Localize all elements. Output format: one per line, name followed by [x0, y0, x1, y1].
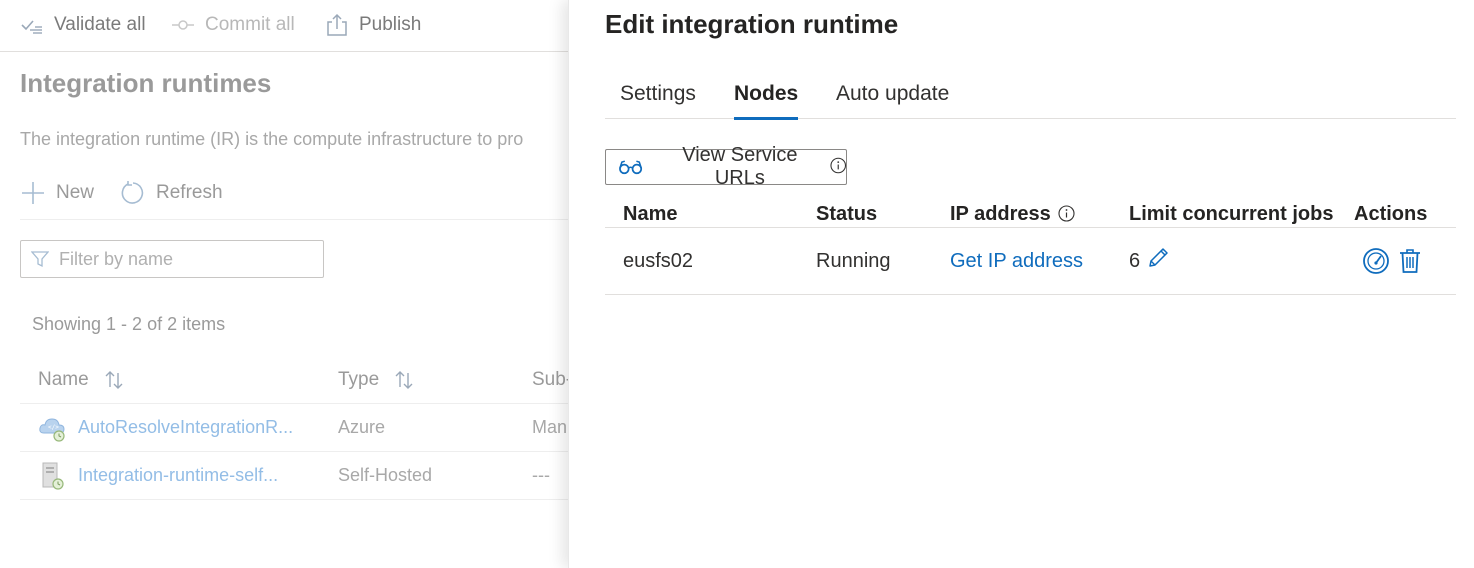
- node-row: eusfs02 Running Get IP address 6: [605, 228, 1456, 295]
- publish-icon: [327, 13, 347, 36]
- runtime-type: Self-Hosted: [338, 465, 433, 485]
- integration-runtimes-pane: Validate all Commit all Publish Integrat…: [0, 0, 568, 568]
- validate-all-label: Validate all: [54, 14, 146, 35]
- filter-input[interactable]: [59, 248, 309, 270]
- name-column-header[interactable]: Name: [38, 356, 328, 403]
- list-actions: New Refresh: [20, 176, 249, 210]
- azure-cloud-icon: </>: [39, 417, 65, 442]
- node-actions: [1354, 228, 1422, 294]
- info-icon[interactable]: [829, 157, 846, 174]
- table-header: Name Type Sub-: [20, 356, 568, 404]
- runtime-name-link[interactable]: AutoResolveIntegrationR...: [78, 417, 293, 438]
- name-column-header: Name: [623, 203, 678, 225]
- edit-integration-runtime-panel: Edit integration runtime Settings Nodes …: [568, 0, 1474, 568]
- divider: [20, 219, 568, 220]
- runtime-name-link[interactable]: Integration-runtime-self...: [78, 465, 278, 486]
- item-count: Showing 1 - 2 of 2 items: [32, 314, 226, 334]
- nodes-table-header: Name Status IP address Limit concurrent …: [605, 196, 1456, 228]
- commit-icon: [172, 20, 194, 30]
- publish-label: Publish: [359, 14, 422, 35]
- top-toolbar: Validate all Commit all Publish: [0, 0, 568, 52]
- svg-text:</>: </>: [48, 424, 59, 431]
- tab-nodes[interactable]: Nodes: [734, 70, 799, 120]
- filter-field[interactable]: [20, 240, 324, 278]
- status-column-header: Status: [816, 203, 878, 225]
- limit-concurrent-jobs-column-header: Limit concurrent jobs: [1129, 203, 1334, 225]
- commit-all-label: Commit all: [205, 14, 295, 35]
- runtimes-table: Name Type Sub- </>: [20, 356, 568, 500]
- page-title: Integration runtimes: [20, 68, 272, 98]
- table-row[interactable]: Integration-runtime-self... Self-Hosted …: [20, 452, 568, 500]
- publish-button[interactable]: Publish: [325, 12, 421, 38]
- commit-all-button[interactable]: Commit all: [171, 12, 295, 38]
- refresh-label: Refresh: [156, 182, 223, 203]
- ip-address-column-header: IP address: [950, 196, 1075, 227]
- refresh-button[interactable]: Refresh: [120, 180, 223, 206]
- page-description: The integration runtime (IR) is the comp…: [20, 129, 524, 149]
- new-label: New: [56, 182, 95, 203]
- sub-header-label: Sub-: [532, 368, 568, 390]
- new-button[interactable]: New: [20, 180, 94, 206]
- row-name-cell: Integration-runtime-self...: [38, 452, 328, 499]
- monitor-gauge-icon[interactable]: [1362, 247, 1390, 275]
- runtime-type: Azure: [338, 417, 386, 437]
- table-row[interactable]: </> AutoResolveIntegrationR... Azure Man: [20, 404, 568, 452]
- ip-address-header-label: IP address: [950, 203, 1051, 225]
- limit-concurrent-jobs-cell: 6: [1129, 228, 1170, 294]
- plus-icon: [22, 182, 44, 204]
- type-column-header[interactable]: Type: [338, 356, 518, 403]
- row-name-cell: </> AutoResolveIntegrationR...: [38, 404, 328, 451]
- validate-all-button[interactable]: Validate all: [20, 12, 146, 38]
- runtime-sub: ---: [532, 465, 550, 485]
- node-status: Running: [816, 249, 891, 272]
- sort-icon[interactable]: [103, 369, 125, 391]
- runtime-sub: Man: [532, 417, 568, 437]
- view-service-urls-label: View Service URLs: [682, 144, 798, 189]
- glasses-icon: [619, 160, 643, 175]
- validate-icon: [21, 20, 42, 34]
- panel-tabs: Settings Nodes Auto update: [605, 70, 1456, 120]
- name-header-label: Name: [38, 368, 89, 390]
- refresh-icon: [121, 181, 144, 204]
- tab-auto-update[interactable]: Auto update: [836, 70, 949, 119]
- edit-pencil-icon[interactable]: [1146, 246, 1170, 270]
- type-header-label: Type: [338, 368, 380, 390]
- delete-trash-icon[interactable]: [1398, 248, 1422, 274]
- nodes-table: Name Status IP address Limit concurrent …: [605, 196, 1456, 295]
- sub-column-header[interactable]: Sub-: [532, 356, 568, 403]
- info-icon[interactable]: [1058, 205, 1075, 222]
- filter-icon: [31, 251, 49, 268]
- get-ip-address-link[interactable]: Get IP address: [950, 228, 1083, 294]
- node-name: eusfs02: [623, 249, 694, 272]
- panel-title: Edit integration runtime: [605, 9, 899, 39]
- view-service-urls-button[interactable]: View Service URLs: [605, 144, 847, 189]
- tab-settings[interactable]: Settings: [620, 70, 696, 119]
- self-hosted-server-icon: [42, 462, 64, 490]
- limit-value: 6: [1129, 249, 1141, 272]
- actions-column-header: Actions: [1354, 203, 1428, 225]
- sort-icon[interactable]: [393, 369, 415, 391]
